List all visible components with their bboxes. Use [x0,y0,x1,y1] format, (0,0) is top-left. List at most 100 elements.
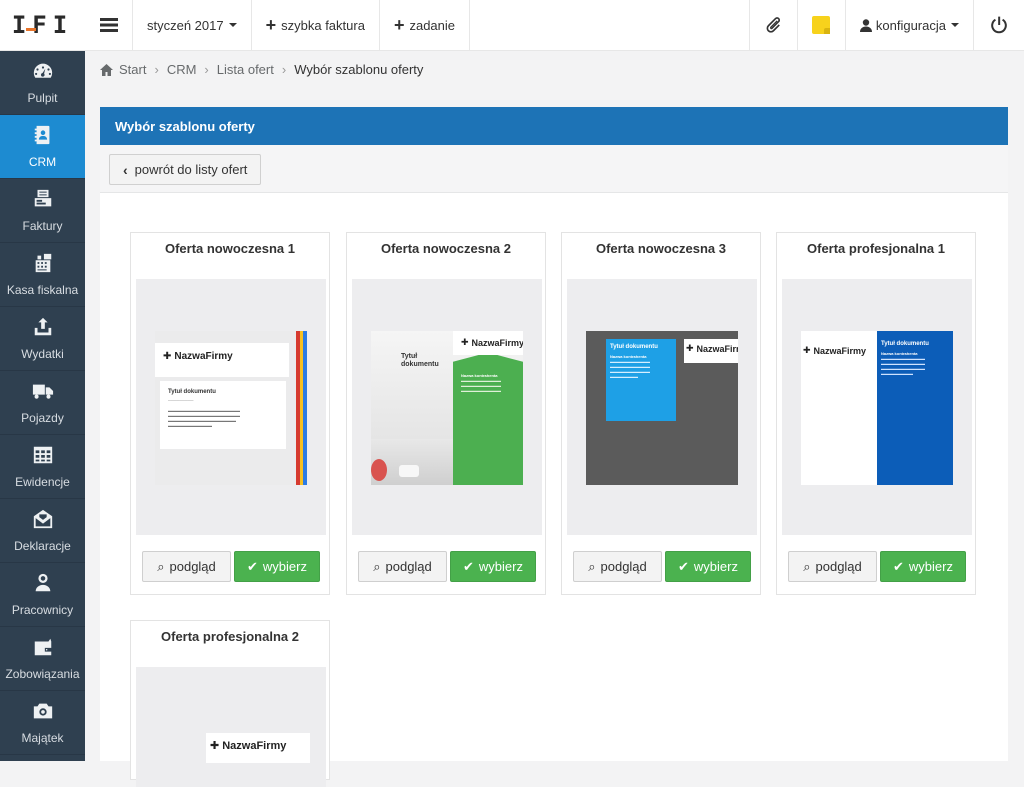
select-button[interactable]: ✔ wybierz [880,551,966,582]
preview-label: podgląd [815,559,862,574]
dashboard-icon [33,63,52,78]
quick-invoice-button[interactable]: + szybka faktura [252,0,380,50]
company-logo: ✚NazwaFirmy [461,337,523,348]
doc-title: Tytuł dokumentu [610,344,658,350]
back-button-label: powrót do listy ofert [134,162,248,177]
template-card: Oferta nowoczesna 1 ✚ NazwaFirmy Tytuł do… [130,232,330,595]
puzzle-icon: ✚ [210,740,220,752]
envelope-icon [33,509,52,529]
attachments-button[interactable] [748,0,798,50]
company-logo: ✚NazwaFirmy [163,351,233,362]
select-button[interactable]: ✔ wybierz [450,551,536,582]
company-logo: ✚NazwaFirmy [686,343,738,354]
sidebar-item-label: Faktury [22,219,63,233]
employee-icon [35,573,50,592]
doc-title: Tytuł dokumentu [881,341,929,347]
preview-button[interactable]: ⌕ podgląd [573,551,662,582]
company-name: NazwaFirmy [813,345,867,356]
power-icon [991,16,1007,34]
preview-label: podgląd [600,559,647,574]
sticky-notes-button[interactable] [798,0,846,50]
sidebar-item-label: Zobowiązania [5,667,80,681]
template-card: Oferta profesjonalna 1 ✚ NazwaFirmy Tytuł… [776,232,976,595]
cash-register-icon [35,253,51,273]
sidebar-item-crm[interactable]: CRM [0,115,85,179]
preview-button[interactable]: ⌕ podgląd [788,551,877,582]
chevron-down-icon [228,23,237,27]
search-icon: ⌕ [803,558,811,574]
sidebar: IFI Pulpit CRM Faktury Kasa fiskalna Wyd… [0,0,85,761]
company-name: NazwaFirmy [696,343,738,354]
company-logo: ✚NazwaFirmy [803,345,866,356]
back-to-offers-button[interactable]: ‹ powrót do listy ofert [109,154,262,185]
menu-toggle-button[interactable] [85,0,133,50]
user-icon [859,18,872,32]
sidebar-item-kasa-fiskalna[interactable]: Kasa fiskalna [0,243,85,307]
wallet-icon [34,638,51,656]
check-icon: ✔ [463,558,474,574]
company-name: NazwaFirmy [222,739,287,752]
template-title: Oferta profesjonalna 1 [807,241,945,256]
preview-button[interactable]: ⌕ podgląd [358,551,447,582]
sidebar-item-label: Wydatki [21,347,64,361]
breadcrumb-offers[interactable]: Lista ofert [217,62,274,77]
home-icon [100,63,113,76]
hamburger-icon [99,18,118,32]
sidebar-item-label: Pracownicy [11,603,74,617]
breadcrumb-home[interactable]: Start [119,62,146,77]
template-thumbnail[interactable]: ✚ NazwaFirmy [136,667,326,787]
template-title: Oferta nowoczesna 1 [164,241,296,256]
breadcrumb-crm[interactable]: CRM [167,62,197,77]
breadcrumb-separator: › [204,62,209,77]
logo-accent [26,28,36,31]
doc-title-line-2: dokumentu [401,361,439,368]
period-dropdown[interactable]: styczeń 2017 [133,0,252,50]
sidebar-item-zobowiazania[interactable]: Zobowiązania [0,627,85,691]
sidebar-item-label: Ewidencje [15,475,70,489]
company-logo: ✚NazwaFirmy [210,739,287,753]
template-title: Oferta nowoczesna 3 [595,241,727,256]
sidebar-item-pojazdy[interactable]: Pojazdy [0,371,85,435]
check-icon: ✔ [893,558,904,574]
sidebar-item-label: Pulpit [27,91,58,105]
select-label: wybierz [478,559,523,574]
sidebar-item-pulpit[interactable]: Pulpit [0,51,85,115]
puzzle-icon: ✚ [686,343,694,353]
plus-icon: + [393,15,405,35]
sidebar-item-ewidencje[interactable]: Ewidencje [0,435,85,499]
sidebar-item-wydatki[interactable]: Wydatki [0,307,85,371]
sidebar-item-pracownicy[interactable]: Pracownicy [0,563,85,627]
search-icon: ⌕ [588,558,596,574]
add-task-button[interactable]: + zadanie [380,0,471,50]
select-label: wybierz [908,559,953,574]
select-button[interactable]: ✔ wybierz [234,551,320,582]
template-card: Oferta nowoczesna 2 Tytuł dokumentu ✚ Naz… [346,232,546,595]
template-thumbnail[interactable]: ✚ NazwaFirmy Tytuł dokumentu Nazwa kontra… [782,279,972,535]
template-thumbnail[interactable]: Tytuł dokumentu Nazwa kontrahenta ▬▬▬▬▬▬… [567,279,757,535]
app-logo[interactable]: IFI [0,0,85,51]
puzzle-icon: ✚ [803,345,811,355]
sidebar-item-majatek[interactable]: Majątek [0,691,85,755]
sidebar-item-deklaracje[interactable]: Deklaracje [0,499,85,563]
configuration-label: konfiguracja [875,17,946,33]
select-label: wybierz [693,559,738,574]
preview-button[interactable]: ⌕ podgląd [142,551,231,582]
select-button[interactable]: ✔ wybierz [665,551,751,582]
logout-button[interactable] [974,0,1024,50]
table-icon [33,446,52,464]
contacts-book-icon [34,125,49,145]
search-icon: ⌕ [157,558,165,574]
breadcrumb-separator: › [154,62,159,77]
check-icon: ✔ [247,558,258,574]
template-thumbnail[interactable]: Tytuł dokumentu ✚ NazwaFirmy Nazwa kontra… [352,279,542,535]
configuration-dropdown[interactable]: konfiguracja [846,0,974,50]
puzzle-icon: ✚ [163,351,172,362]
sidebar-item-label: Pojazdy [21,411,64,425]
logo-text: IFI [11,11,74,39]
preview-label: podgląd [385,559,432,574]
plus-icon: + [265,15,277,35]
template-thumbnail[interactable]: ✚ NazwaFirmy Tytuł dokumentu ───────── ▬▬… [136,279,326,535]
invoice-icon [34,189,51,207]
template-title: Oferta nowoczesna 2 [380,241,512,256]
sidebar-item-faktury[interactable]: Faktury [0,179,85,243]
